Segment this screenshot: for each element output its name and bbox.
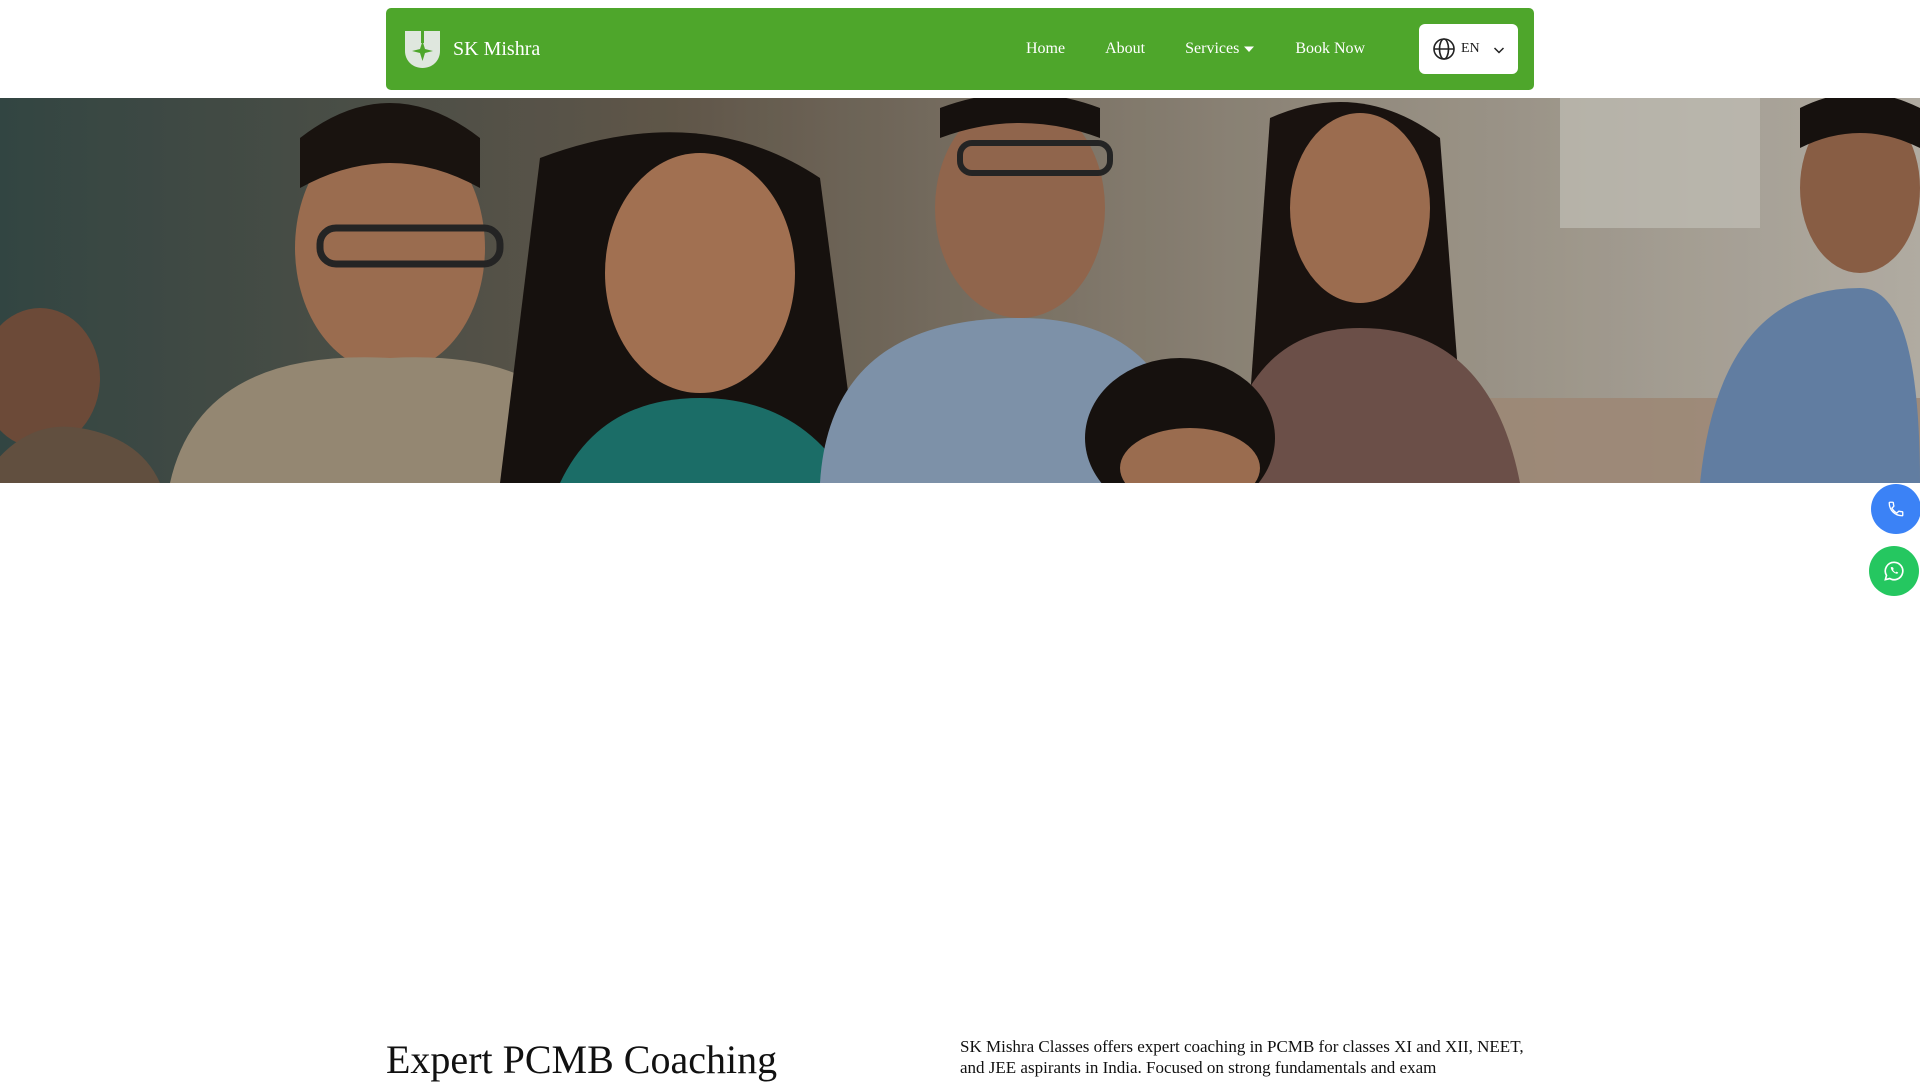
nav-links: Home About Services Book Now — [1026, 8, 1365, 90]
brand-name: SK Mishra — [453, 38, 541, 60]
whatsapp-button[interactable] — [1869, 546, 1919, 596]
nav-about[interactable]: About — [1105, 40, 1145, 58]
classroom-photo — [0, 98, 1920, 483]
language-code: EN — [1461, 41, 1480, 56]
intro-text: SK Mishra Classes offers expert coaching… — [960, 1037, 1524, 1077]
phone-icon — [1888, 501, 1904, 517]
globe-icon — [1433, 38, 1455, 60]
caret-down-icon — [1244, 46, 1255, 52]
brand-home-link[interactable]: SK Mishra — [402, 28, 540, 70]
language-selector[interactable]: EN — [1419, 24, 1518, 74]
main-navbar: SK Mishra Home About Services Book Now E… — [386, 8, 1534, 90]
call-button[interactable] — [1871, 484, 1920, 534]
shield-star-icon — [405, 30, 440, 68]
whatsapp-icon — [1884, 561, 1904, 581]
site-header: SK Mishra Home About Services Book Now E… — [0, 0, 1920, 98]
nav-book-now[interactable]: Book Now — [1295, 40, 1365, 58]
chevron-down-icon — [1493, 47, 1505, 54]
nav-services-dropdown[interactable]: Services — [1185, 40, 1255, 58]
nav-home[interactable]: Home — [1026, 40, 1065, 58]
nav-services-label: Services — [1185, 40, 1240, 57]
hero-image — [0, 98, 1920, 483]
